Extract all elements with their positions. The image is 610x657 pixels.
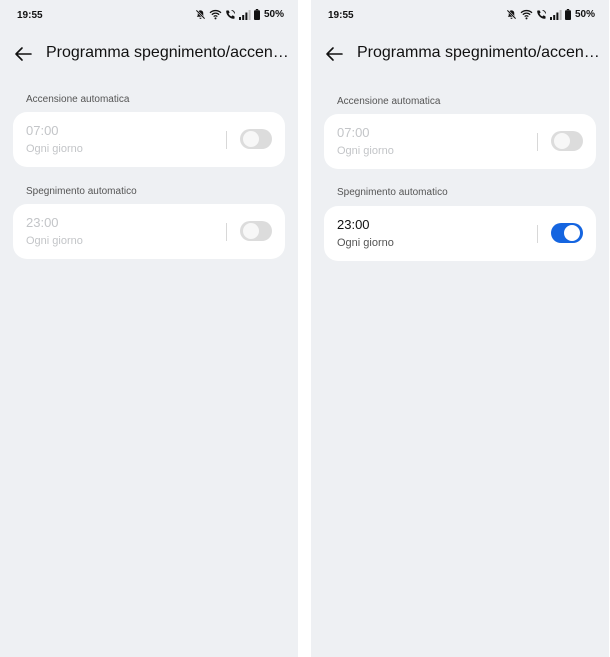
toggle-knob [554, 133, 570, 149]
status-icons: 50% [506, 9, 595, 20]
arrow-left-icon [326, 47, 343, 61]
power-off-repeat: Ogni giorno [26, 235, 83, 247]
divider [537, 133, 538, 151]
toggle-knob [243, 131, 259, 147]
power-on-repeat: Ogni giorno [337, 145, 394, 157]
power-on-time: 07:00 [26, 123, 59, 138]
wifi-icon [209, 9, 222, 20]
power-on-repeat: Ogni giorno [26, 143, 83, 155]
power-on-toggle[interactable] [240, 129, 272, 149]
status-bar: 19:55 50% [311, 0, 609, 32]
status-icons: 50% [195, 9, 284, 20]
power-on-toggle[interactable] [551, 131, 583, 151]
back-button[interactable] [12, 43, 34, 65]
battery-percentage: 50% [574, 9, 595, 20]
section-label-power-off: Spegnimento automatico [26, 186, 137, 197]
toggle-knob [243, 223, 259, 239]
section-label-power-off: Spegnimento automatico [337, 187, 448, 198]
power-on-schedule-card[interactable]: 07:00 Ogni giorno [324, 114, 596, 169]
power-on-time: 07:00 [337, 125, 370, 140]
status-time: 19:55 [328, 10, 354, 21]
back-button[interactable] [323, 43, 345, 65]
battery-icon [564, 9, 571, 20]
battery-icon [253, 9, 260, 20]
status-time: 19:55 [17, 10, 43, 21]
section-label-power-on: Accensione automatica [337, 96, 441, 107]
section-label-power-on: Accensione automatica [26, 94, 130, 105]
screen-left: 19:55 50% Programma spegnimento/accensio… [0, 0, 298, 657]
status-bar: 19:55 50% [0, 0, 298, 32]
power-off-repeat: Ogni giorno [337, 237, 394, 249]
arrow-left-icon [15, 47, 32, 61]
power-off-time: 23:00 [26, 215, 59, 230]
screen-right: 19:55 50% Programma spegnimento/accensio… [311, 0, 609, 657]
toggle-knob [564, 225, 580, 241]
power-off-time: 23:00 [337, 217, 370, 232]
page-title: Programma spegnimento/accensione [46, 44, 290, 61]
app-bar: Programma spegnimento/accensione [311, 36, 609, 72]
power-on-schedule-card[interactable]: 07:00 Ogni giorno [13, 112, 285, 167]
battery-percentage: 50% [263, 9, 284, 20]
app-bar: Programma spegnimento/accensione [0, 36, 298, 72]
bell-off-icon [195, 9, 206, 20]
bell-off-icon [506, 9, 517, 20]
wifi-call-icon [536, 9, 547, 20]
power-off-toggle[interactable] [551, 223, 583, 243]
wifi-icon [520, 9, 533, 20]
signal-icon [549, 9, 562, 20]
power-off-schedule-card[interactable]: 23:00 Ogni giorno [324, 206, 596, 261]
divider [537, 225, 538, 243]
page-title: Programma spegnimento/accensione [357, 44, 601, 61]
wifi-call-icon [225, 9, 236, 20]
power-off-toggle[interactable] [240, 221, 272, 241]
signal-icon [238, 9, 251, 20]
divider [226, 223, 227, 241]
divider [226, 131, 227, 149]
power-off-schedule-card[interactable]: 23:00 Ogni giorno [13, 204, 285, 259]
